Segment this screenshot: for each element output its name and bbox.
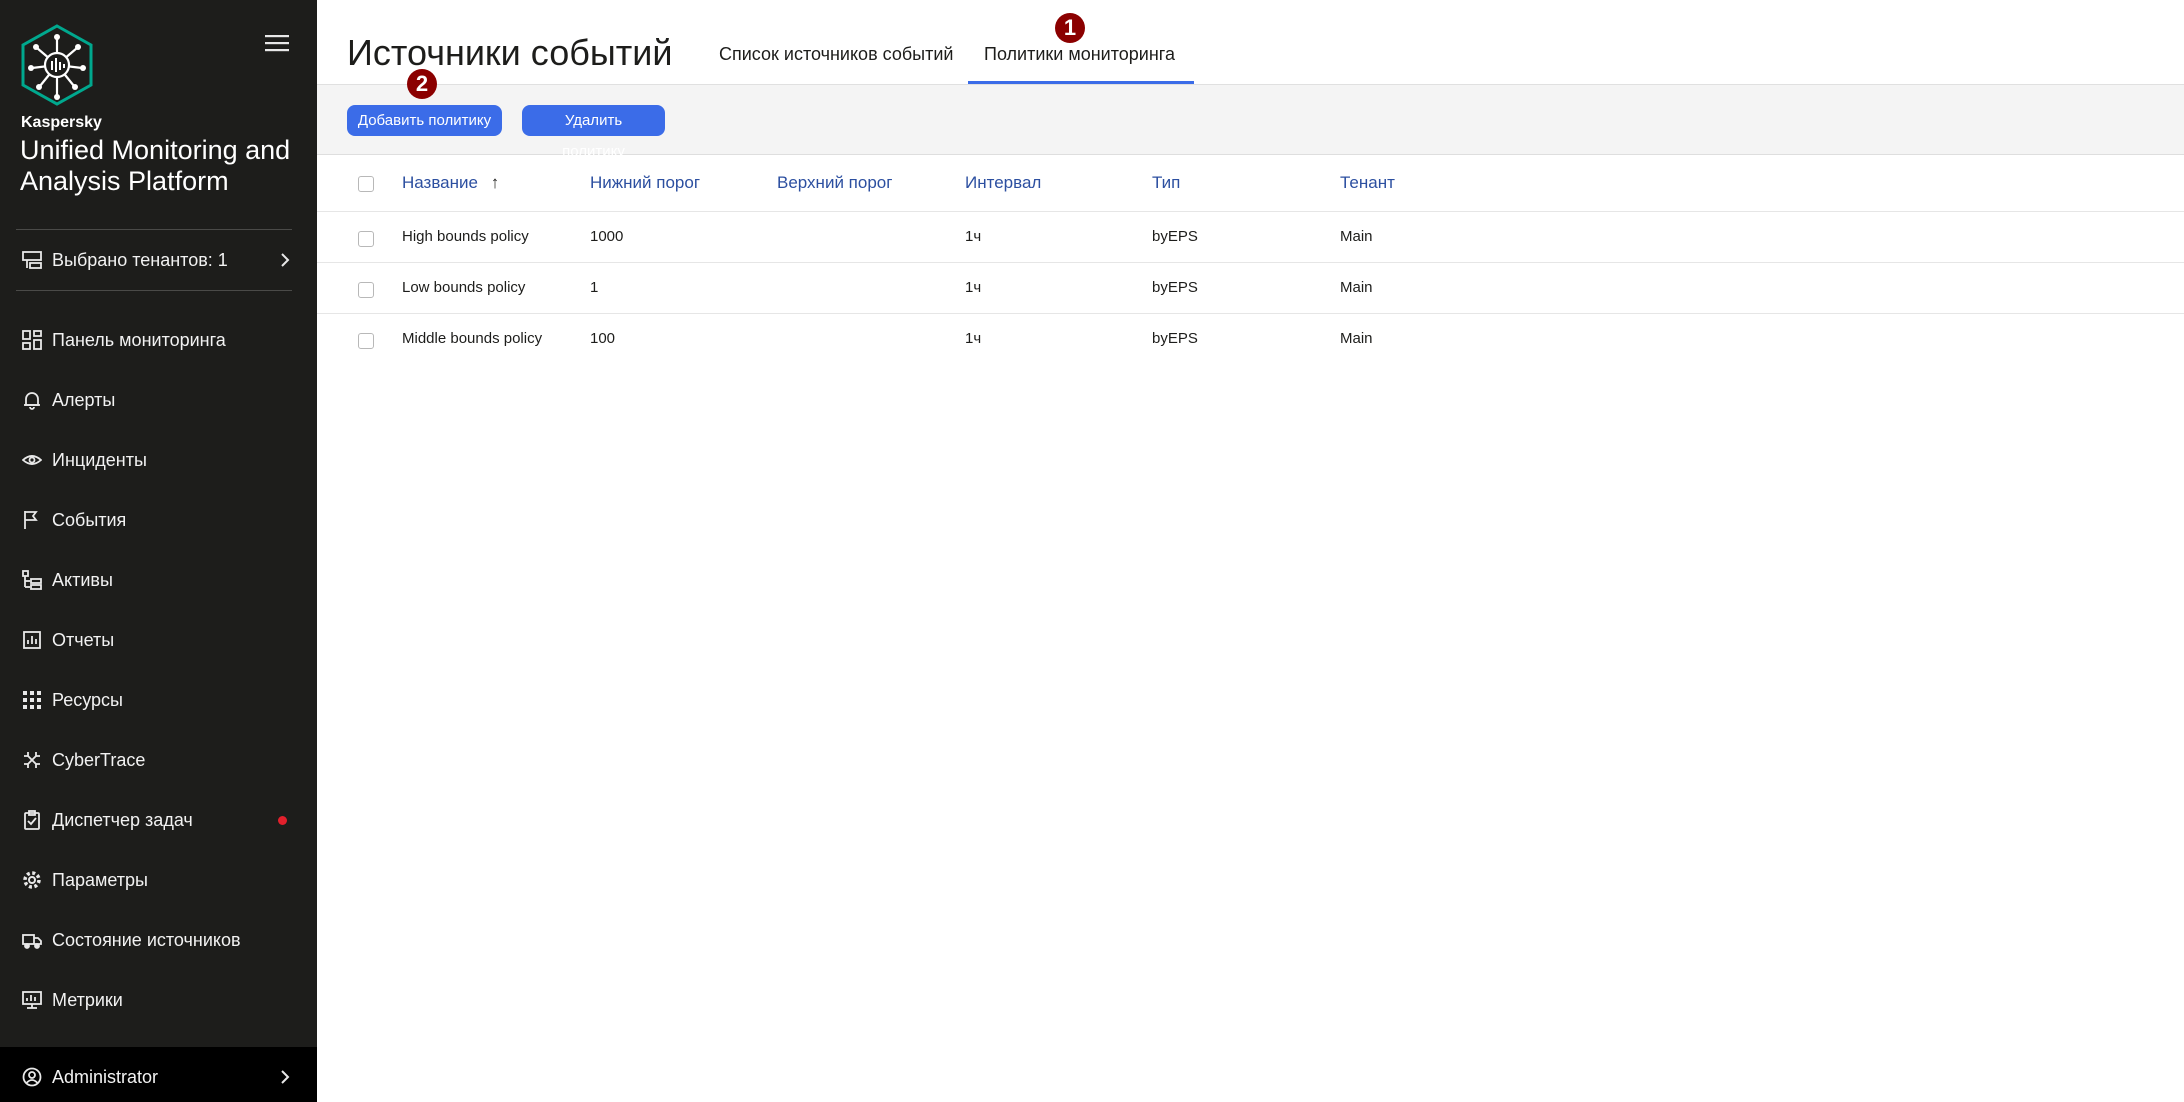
sidebar-item-settings[interactable]: Параметры	[0, 858, 317, 902]
cell-name: Middle bounds policy	[402, 330, 543, 347]
user-circle-icon	[21, 1066, 43, 1088]
cell-name: High bounds policy	[402, 228, 529, 245]
main-content: Источники событий Список источников собы…	[317, 0, 2184, 1102]
cell-name: Low bounds policy	[402, 279, 526, 296]
sidebar-item-source-status[interactable]: Состояние источников	[0, 918, 317, 962]
monitor-icon	[21, 989, 43, 1011]
row-checkbox[interactable]	[358, 333, 374, 349]
sidebar-item-metrics[interactable]: Метрики	[0, 978, 317, 1022]
cell-interval: 1ч	[965, 330, 982, 347]
assets-icon	[21, 569, 43, 591]
sidebar-item-label: Состояние источников	[52, 929, 241, 950]
table-divider	[317, 313, 2184, 314]
cell-low: 1000	[590, 228, 624, 245]
delete-policy-button[interactable]: Удалить политику	[522, 105, 665, 160]
table-divider	[317, 211, 2184, 212]
sidebar-item-label: Инциденты	[52, 449, 147, 470]
sidebar-divider	[16, 229, 292, 230]
cybertrace-icon	[21, 749, 43, 771]
sidebar-item-cybertrace[interactable]: CyberTrace	[0, 738, 317, 782]
eye-icon	[21, 449, 43, 471]
cell-type: byEPS	[1152, 228, 1198, 245]
tenant-selector[interactable]: Выбрано тенантов: 1	[0, 238, 317, 282]
cell-tenant: Main	[1340, 228, 1373, 245]
cell-low: 1	[590, 279, 599, 296]
sidebar-item-resources[interactable]: Ресурсы	[0, 678, 317, 722]
cell-low: 100	[590, 330, 616, 347]
cell-tenant: Main	[1340, 330, 1373, 347]
column-header-type[interactable]: Тип	[1152, 173, 1180, 193]
sidebar-item-events[interactable]: События	[0, 498, 317, 542]
cell-tenant: Main	[1340, 279, 1373, 296]
sidebar-item-label: Алерты	[52, 389, 116, 410]
column-header-name[interactable]: Название ↑	[402, 173, 499, 193]
chevron-right-icon	[281, 253, 290, 267]
report-icon	[21, 629, 43, 651]
cell-type: byEPS	[1152, 279, 1198, 296]
select-all-checkbox[interactable]	[358, 176, 374, 192]
sidebar-item-incidents[interactable]: Инциденты	[0, 438, 317, 482]
column-header-high-threshold[interactable]: Верхний порог	[777, 173, 892, 193]
toolbar: Добавить политику Удалить политику	[317, 85, 2184, 160]
sidebar-item-alerts[interactable]: Алерты	[0, 378, 317, 422]
column-header-interval[interactable]: Интервал	[965, 173, 1041, 193]
annotation-badge-2: 2	[407, 69, 437, 99]
annotation-badge-1: 1	[1055, 13, 1085, 43]
sidebar-item-label: Отчеты	[52, 629, 115, 650]
truck-icon	[21, 929, 43, 951]
sidebar-item-label: Метрики	[52, 989, 123, 1010]
column-header-low-threshold[interactable]: Нижний порог	[590, 173, 700, 193]
row-checkbox[interactable]	[358, 282, 374, 298]
user-name: Administrator	[52, 1066, 159, 1087]
tab-monitoring-policies[interactable]: Политики мониторинга	[984, 44, 1175, 65]
flag-icon	[21, 509, 43, 531]
chevron-right-icon	[281, 1070, 290, 1084]
grid-icon	[21, 689, 43, 711]
sidebar-divider	[16, 290, 292, 291]
dashboard-icon	[21, 329, 43, 351]
sidebar-item-reports[interactable]: Отчеты	[0, 618, 317, 662]
clipboard-check-icon	[21, 809, 43, 831]
notification-dot	[278, 815, 287, 825]
user-menu[interactable]: Administrator	[0, 1055, 317, 1099]
tenants-icon	[21, 249, 43, 271]
hamburger-menu-icon[interactable]	[265, 33, 289, 53]
cell-interval: 1ч	[965, 228, 982, 245]
cell-type: byEPS	[1152, 330, 1198, 347]
sidebar-item-label: Панель мониторинга	[52, 329, 226, 350]
brand-vendor: Kaspersky	[21, 114, 102, 131]
gear-icon	[21, 869, 43, 891]
tenant-selector-label: Выбрано тенантов: 1	[52, 249, 228, 270]
page-title: Источники событий	[347, 32, 673, 73]
sidebar-item-assets[interactable]: Активы	[0, 558, 317, 602]
tab-event-sources-list[interactable]: Список источников событий	[719, 44, 953, 65]
row-checkbox[interactable]	[358, 231, 374, 247]
brand-product-title: Unified Monitoring and Analysis Platform	[20, 135, 291, 196]
sidebar-item-task-manager[interactable]: Диспетчер задач	[0, 798, 317, 842]
sidebar: Kaspersky Unified Monitoring and Analysi…	[0, 0, 317, 1102]
bell-icon	[21, 389, 43, 411]
sort-ascending-icon: ↑	[490, 173, 500, 192]
sidebar-item-label: Активы	[52, 569, 113, 590]
kaspersky-logo-icon	[21, 24, 93, 106]
sidebar-item-label: События	[52, 509, 127, 530]
sidebar-item-label: Ресурсы	[52, 689, 123, 710]
sidebar-item-label: Параметры	[52, 869, 148, 890]
cell-interval: 1ч	[965, 279, 982, 296]
column-header-tenant[interactable]: Тенант	[1340, 173, 1395, 193]
sidebar-item-dashboard[interactable]: Панель мониторинга	[0, 318, 317, 362]
sidebar-item-label: CyberTrace	[52, 749, 146, 770]
add-policy-button[interactable]: Добавить политику	[347, 105, 502, 136]
table-divider	[317, 262, 2184, 263]
sidebar-item-label: Диспетчер задач	[52, 809, 193, 830]
